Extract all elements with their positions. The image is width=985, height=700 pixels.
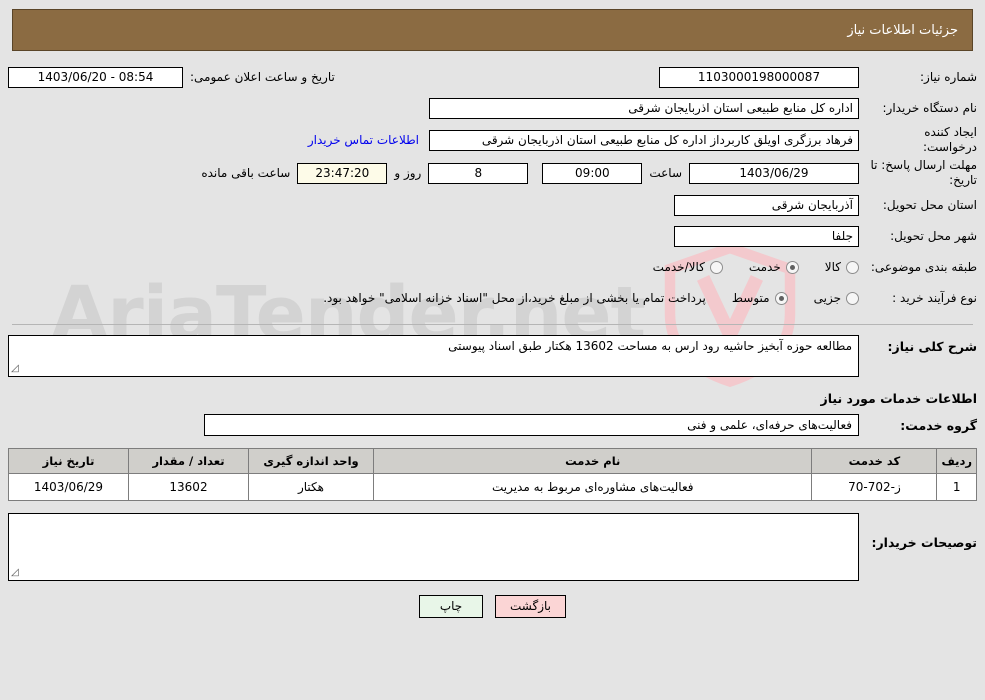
remaining-clock-label: ساعت باقی مانده xyxy=(201,166,291,180)
row-category: طبقه بندی موضوعی: کالا خدمت کالا/خدمت xyxy=(8,253,977,281)
process-option-motavaset[interactable]: متوسط xyxy=(732,291,788,305)
radio-icon[interactable] xyxy=(846,260,859,274)
services-table-wrap: ردیف کد خدمت نام خدمت واحد اندازه گیری ت… xyxy=(0,448,985,501)
city-label: شهر محل تحویل: xyxy=(890,228,977,243)
col-header-code: کد خدمت xyxy=(811,448,938,474)
cell-radif: 1 xyxy=(936,473,977,501)
table-row: 1 ز-702-70 فعالیت‌های مشاوره‌ای مربوط به… xyxy=(8,473,977,501)
row-buyer-org: نام دستگاه خریدار: اداره کل منابع طبیعی … xyxy=(8,94,977,122)
page-title-bar: جزئیات اطلاعات نیاز xyxy=(12,9,973,51)
cell-unit: هکتار xyxy=(248,473,374,501)
radio-icon[interactable] xyxy=(846,291,859,305)
action-button-bar: بازگشت چاپ xyxy=(0,595,985,618)
need-number-value: 1103000198000087 xyxy=(659,66,859,88)
need-info-form: شماره نیاز: 1103000198000087 تاریخ و ساع… xyxy=(0,63,985,312)
back-button[interactable]: بازگشت xyxy=(495,595,566,618)
buyer-notes-row: توصیحات خریدار: ◺ xyxy=(0,513,985,581)
row-city: شهر محل تحویل: جلفا xyxy=(8,222,977,250)
process-option-label: متوسط xyxy=(731,291,770,305)
resize-grip-icon[interactable]: ◺ xyxy=(11,363,23,375)
province-value: آذربایجان شرقی xyxy=(674,194,859,216)
buyer-notes-label: توصیحات خریدار: xyxy=(871,535,977,550)
public-announce-label: تاریخ و ساعت اعلان عمومی: xyxy=(190,70,335,84)
radio-icon[interactable] xyxy=(785,260,799,274)
payment-note: پرداخت تمام یا بخشی از مبلغ خرید،از محل … xyxy=(323,291,706,305)
service-group-value: فعالیت‌های حرفه‌ای، علمی و فنی xyxy=(204,414,859,436)
row-province: استان محل تحویل: آذربایجان شرقی xyxy=(8,191,977,219)
row-need-number: شماره نیاز: 1103000198000087 تاریخ و ساع… xyxy=(8,63,977,91)
need-description-textarea[interactable]: مطالعه حوزه آبخیز حاشیه رود ارس به مساحت… xyxy=(8,335,859,377)
remaining-clock-value: 23:47:20 xyxy=(297,162,388,184)
category-radio-group: کالا خدمت کالا/خدمت xyxy=(627,260,859,274)
radio-icon[interactable] xyxy=(774,291,788,305)
print-button[interactable]: چاپ xyxy=(419,595,483,618)
category-option-khedmat[interactable]: خدمت xyxy=(749,260,799,274)
creator-value: فرهاد برزگری اویلق کاربرداز اداره کل منا… xyxy=(429,129,859,151)
cell-qty: 13602 xyxy=(128,473,249,501)
category-option-label: کالا/خدمت xyxy=(652,260,705,274)
public-announce-value: 08:54 - 1403/06/20 xyxy=(8,66,183,88)
deadline-date-value: 1403/06/29 xyxy=(689,162,859,184)
cell-name: فعالیت‌های مشاوره‌ای مربوط به مدیریت xyxy=(372,473,813,501)
category-option-kala[interactable]: کالا xyxy=(825,260,859,274)
buyer-notes-textarea[interactable]: ◺ xyxy=(8,513,859,581)
creator-label: ایجاد کننده درخواست: xyxy=(923,125,977,154)
city-value: جلفا xyxy=(674,225,859,247)
deadline-time-label: ساعت xyxy=(649,166,682,180)
category-option-label: کالا xyxy=(824,260,841,274)
category-label: طبقه بندی موضوعی: xyxy=(870,259,977,274)
section-divider xyxy=(12,324,973,325)
province-label: استان محل تحویل: xyxy=(882,197,977,212)
need-description-row: شرح کلی نیاز: مطالعه حوزه آبخیز حاشیه رو… xyxy=(0,335,985,377)
service-group-label: گروه خدمت: xyxy=(900,417,977,433)
services-table: ردیف کد خدمت نام خدمت واحد اندازه گیری ت… xyxy=(8,448,977,501)
buyer-org-label: نام دستگاه خریدار: xyxy=(882,100,978,115)
page-title: جزئیات اطلاعات نیاز xyxy=(847,22,958,38)
category-option-kala-khedmat[interactable]: کالا/خدمت xyxy=(653,260,723,274)
row-process-type: نوع فرآیند خرید : جزیی متوسط پرداخت تمام… xyxy=(8,284,977,312)
row-deadline: مهلت ارسال پاسخ: تا تاریخ: 1403/06/29 سا… xyxy=(8,158,977,188)
radio-icon[interactable] xyxy=(709,260,723,274)
need-number-label: شماره نیاز: xyxy=(920,69,977,84)
cell-date: 1403/06/29 xyxy=(8,473,129,501)
process-radio-group: جزیی متوسط xyxy=(706,291,859,305)
remaining-days-value: 8 xyxy=(428,162,529,184)
remaining-days-label: روز و xyxy=(394,166,422,180)
col-header-qty: تعداد / مقدار xyxy=(128,448,249,474)
col-header-name: نام خدمت xyxy=(372,448,813,474)
category-option-label: خدمت xyxy=(748,260,781,274)
cell-code: ز-702-70 xyxy=(811,473,938,501)
process-option-label: جزیی xyxy=(813,291,841,305)
services-heading: اطلاعات خدمات مورد نیاز xyxy=(820,391,978,406)
buyer-org-value: اداره کل منابع طبیعی استان اذربایجان شرق… xyxy=(429,97,859,119)
service-group-row: گروه خدمت: فعالیت‌های حرفه‌ای، علمی و فن… xyxy=(0,414,985,436)
col-header-date: تاریخ نیاز xyxy=(8,448,129,474)
buyer-contact-link[interactable]: اطلاعات تماس خریدار xyxy=(308,133,429,147)
deadline-time-value: 09:00 xyxy=(542,162,643,184)
need-description-label: شرح کلی نیاز: xyxy=(887,339,977,354)
table-header-row: ردیف کد خدمت نام خدمت واحد اندازه گیری ت… xyxy=(8,448,977,474)
deadline-label: مهلت ارسال پاسخ: تا تاریخ: xyxy=(870,158,977,187)
process-type-label: نوع فرآیند خرید : xyxy=(892,290,977,305)
col-header-unit: واحد اندازه گیری xyxy=(248,448,374,474)
col-header-radif: ردیف xyxy=(936,448,977,474)
resize-grip-icon[interactable]: ◺ xyxy=(11,567,23,579)
row-creator: ایجاد کننده درخواست: فرهاد برزگری اویلق … xyxy=(8,125,977,155)
need-description-value: مطالعه حوزه آبخیز حاشیه رود ارس به مساحت… xyxy=(448,339,852,353)
process-option-jozei[interactable]: جزیی xyxy=(814,291,859,305)
